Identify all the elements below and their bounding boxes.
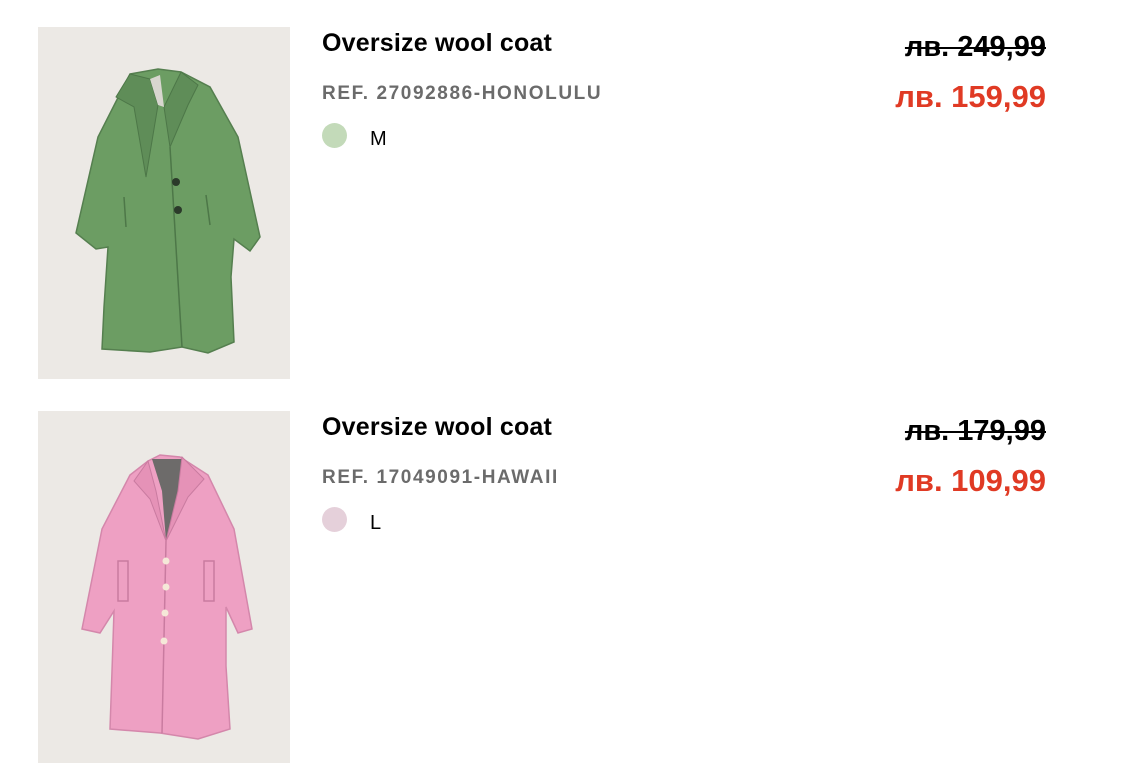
original-price: лв. 179,99 [904,415,1046,447]
product-size: M [370,128,387,150]
product-name[interactable]: Oversize wool coat [322,29,552,58]
product-image[interactable] [38,27,290,379]
sale-price: лв. 159,99 [895,79,1046,114]
product-name[interactable]: Oversize wool coat [322,413,552,442]
original-price: лв. 249,99 [904,31,1046,63]
pink-coat-image [81,454,253,740]
product-image[interactable] [38,411,290,763]
product-ref: REF. 17049091-HAWAII [322,467,559,488]
cart-item: Oversize wool coat REF. 17049091-HAWAII … [38,411,1048,763]
green-coat-image [75,68,261,354]
product-ref: REF. 27092886-HONOLULU [322,83,603,104]
product-size: L [370,512,382,534]
color-swatch [322,123,347,148]
sale-price: лв. 109,99 [895,463,1046,498]
color-swatch [322,507,347,532]
cart-item: Oversize wool coat REF. 27092886-HONOLUL… [38,27,1048,379]
